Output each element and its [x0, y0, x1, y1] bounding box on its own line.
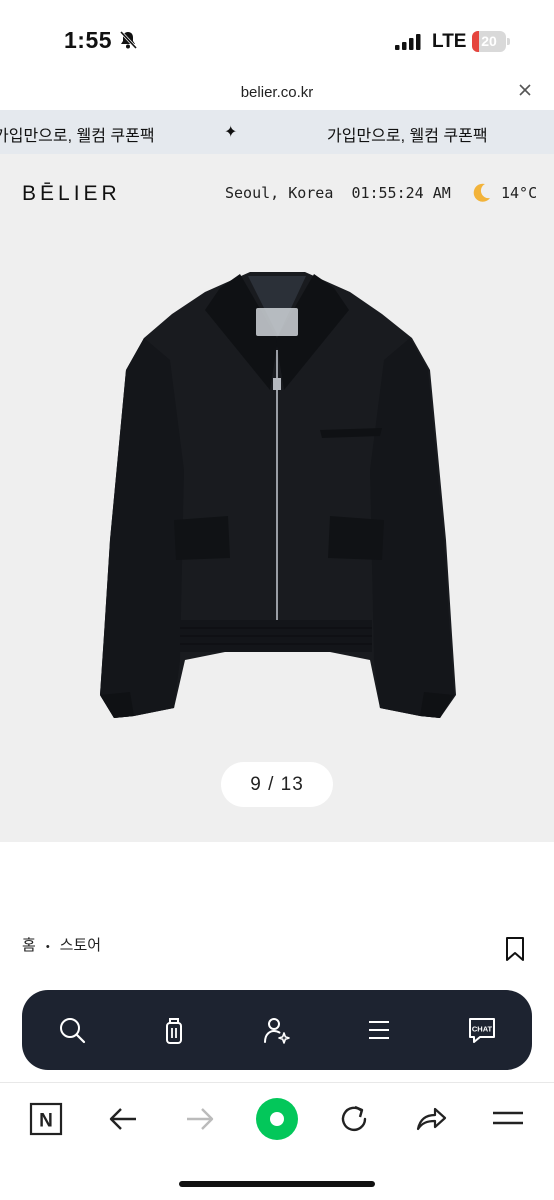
announcement-message[interactable]: 가입만으로, 웰컴 쿠폰팩 [0, 122, 155, 146]
user-sparkle-icon[interactable] [260, 1014, 292, 1046]
location-clock: Seoul, Korea 01:55:24 AM [225, 184, 451, 202]
brand-logo[interactable]: BĒLIER [22, 182, 121, 206]
green-home-circle-icon[interactable] [255, 1097, 299, 1141]
naver-label: N [39, 1111, 53, 1132]
breadcrumb-home[interactable]: 홈 [22, 937, 36, 954]
bell-slash-icon [119, 30, 138, 50]
battery-percent: 20 [481, 33, 497, 49]
breadcrumb: 홈 • 스토어 [22, 934, 101, 955]
signal-bars-icon [395, 34, 421, 50]
share-icon[interactable] [413, 1101, 449, 1137]
reload-icon[interactable] [336, 1101, 372, 1137]
location-text: Seoul, Korea [225, 184, 334, 202]
browser-url-bar[interactable]: belier.co.kr [0, 78, 554, 110]
search-icon[interactable] [56, 1014, 88, 1046]
network-type: LTE [432, 31, 467, 52]
announcement-banner[interactable]: 가입만으로, 웰컴 쿠폰팩 ✦ 가입만으로, 웰컴 쿠폰팩 [0, 110, 554, 154]
bookmark-icon[interactable] [504, 936, 526, 962]
close-icon[interactable] [518, 83, 532, 97]
status-bar: 1:55 LTE 20 [0, 0, 554, 78]
status-time: 1:55 [64, 27, 113, 53]
url-text[interactable]: belier.co.kr [0, 84, 554, 101]
product-gallery[interactable]: 9 / 13 [0, 240, 554, 842]
clock-text: 01:55:24 AM [351, 184, 451, 202]
battery-indicator: 20 [472, 31, 510, 52]
chat-label: CHAT [472, 1025, 493, 1034]
chat-button[interactable]: CHAT [466, 1014, 498, 1046]
product-image[interactable] [0, 240, 554, 842]
announcement-message[interactable]: 가입만으로, 웰컴 쿠폰팩 [327, 122, 488, 146]
breadcrumb-separator: • [45, 941, 50, 953]
home-indicator[interactable] [179, 1181, 375, 1187]
forward-arrow-icon[interactable] [182, 1101, 218, 1137]
gallery-counter: 9 / 13 [221, 762, 333, 807]
sparkle-separator-icon: ✦ [224, 124, 238, 141]
breadcrumb-store[interactable]: 스토어 [60, 937, 101, 954]
menu-icon[interactable] [363, 1014, 395, 1046]
crescent-moon-icon [473, 183, 490, 202]
chat-icon[interactable]: CHAT [466, 1014, 498, 1046]
floating-nav-bar: CHAT [22, 990, 532, 1070]
temperature-text: 14°C [501, 184, 538, 202]
back-arrow-icon[interactable] [105, 1101, 141, 1137]
naver-n-icon[interactable]: N [28, 1101, 64, 1137]
shopping-bag-icon[interactable] [158, 1014, 190, 1046]
hamburger-menu-icon[interactable] [490, 1101, 526, 1137]
site-header: BĒLIER Seoul, Korea 01:55:24 AM 14°C [0, 154, 554, 240]
